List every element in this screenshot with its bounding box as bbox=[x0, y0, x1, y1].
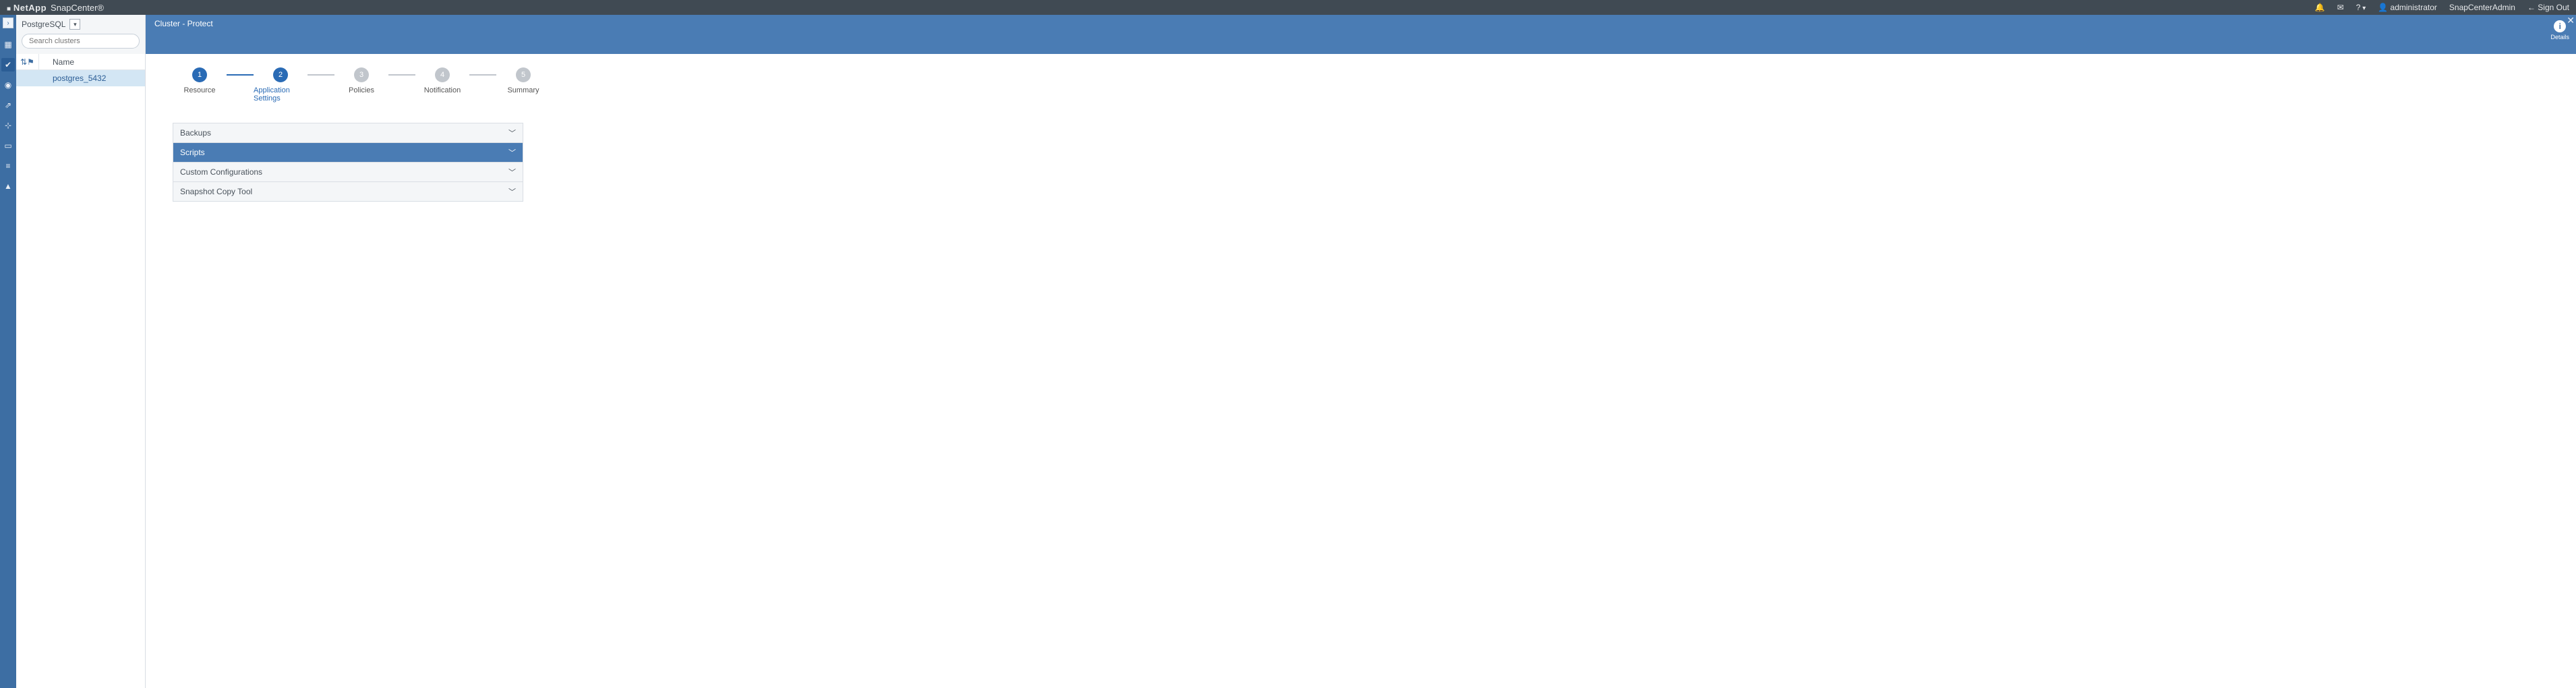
chevron-down-icon: ﹀ bbox=[508, 127, 516, 138]
resource-sort-button[interactable]: ⇅ ⚑ bbox=[16, 54, 39, 69]
accordion-label: Scripts bbox=[180, 148, 205, 157]
sort-icon: ⇅ bbox=[20, 57, 27, 67]
settings-accordion: Backups﹀Scripts﹀Custom Configurations﹀Sn… bbox=[173, 123, 523, 202]
step-label: Resource bbox=[183, 86, 215, 94]
rail-alerts-icon[interactable]: ▲ bbox=[1, 179, 15, 193]
wizard-step-notification[interactable]: 4 Notification bbox=[415, 67, 469, 94]
accordion-custom-configurations[interactable]: Custom Configurations ﹀ bbox=[173, 162, 523, 181]
rail-dashboard-icon[interactable]: ▦ bbox=[1, 38, 15, 51]
subheader: PostgreSQL ▾ Cluster - Protect ✕ i Detai… bbox=[16, 15, 2576, 54]
chevron-down-icon: ﹀ bbox=[508, 147, 516, 158]
wizard-step-resource[interactable]: 1 Resource bbox=[173, 67, 227, 94]
step-connector bbox=[227, 74, 254, 76]
chevron-down-icon: ﹀ bbox=[508, 186, 516, 197]
resource-header: ⇅ ⚑ Name bbox=[16, 54, 145, 70]
rail-reports-icon[interactable]: ⇗ bbox=[1, 98, 15, 112]
step-connector bbox=[469, 74, 496, 76]
step-number: 1 bbox=[192, 67, 207, 82]
accordion-label: Backups bbox=[180, 128, 211, 138]
main-area: 1 Resource 2 Application Settings 3 Policies 4… bbox=[146, 54, 2576, 688]
resource-row[interactable]: postgres_5432 bbox=[16, 70, 145, 86]
brand: NetApp SnapCenter® bbox=[7, 3, 104, 13]
plugin-label: PostgreSQL bbox=[22, 20, 65, 29]
brand-vendor: NetApp bbox=[7, 3, 47, 13]
topbar: NetApp SnapCenter® 🔔 ✉ ? administrator S… bbox=[0, 0, 2576, 15]
step-connector bbox=[388, 74, 415, 76]
flag-icon: ⚑ bbox=[27, 57, 34, 67]
user-menu[interactable]: administrator bbox=[2378, 3, 2437, 12]
chevron-down-icon: ﹀ bbox=[508, 167, 516, 177]
plugin-dropdown-button[interactable]: ▾ bbox=[69, 19, 80, 30]
signout-button[interactable]: Sign Out bbox=[2527, 3, 2569, 12]
info-icon: i bbox=[2554, 20, 2566, 32]
step-label: Notification bbox=[424, 86, 461, 94]
accordion-scripts[interactable]: Scripts ﹀ bbox=[173, 142, 523, 162]
plugin-selector: PostgreSQL ▾ bbox=[22, 19, 140, 30]
wizard-step-policies[interactable]: 3 Policies bbox=[334, 67, 388, 94]
accordion-snapshot-copy-tool[interactable]: Snapshot Copy Tool ﹀ bbox=[173, 181, 523, 201]
accordion-label: Snapshot Copy Tool bbox=[180, 187, 252, 196]
rail-settings-icon[interactable]: ≡ bbox=[1, 159, 15, 173]
rail-expand-button[interactable]: › bbox=[3, 18, 13, 28]
step-connector bbox=[308, 74, 334, 76]
rail-hosts-icon[interactable]: ⊹ bbox=[1, 119, 15, 132]
help-icon[interactable]: ? bbox=[2356, 3, 2366, 12]
role-label[interactable]: SnapCenterAdmin bbox=[2449, 3, 2515, 12]
rail-monitor-icon[interactable]: ◉ bbox=[1, 78, 15, 92]
rail-storage-icon[interactable]: ▭ bbox=[1, 139, 15, 152]
breadcrumb: Cluster - Protect bbox=[154, 19, 213, 28]
step-number: 3 bbox=[354, 67, 369, 82]
step-number: 5 bbox=[516, 67, 531, 82]
wizard-step-application-settings[interactable]: 2 Application Settings bbox=[254, 67, 308, 103]
step-label: Summary bbox=[507, 86, 539, 94]
wizard-stepper: 1 Resource 2 Application Settings 3 Policies 4… bbox=[173, 67, 2549, 103]
bell-icon[interactable]: 🔔 bbox=[2315, 3, 2325, 12]
step-number: 4 bbox=[435, 67, 450, 82]
subheader-left: PostgreSQL ▾ bbox=[16, 15, 146, 54]
step-number: 2 bbox=[273, 67, 288, 82]
step-label: Application Settings bbox=[254, 86, 308, 103]
search-input[interactable] bbox=[22, 34, 140, 49]
brand-product: SnapCenter® bbox=[51, 3, 104, 13]
details-button[interactable]: i Details bbox=[2550, 20, 2569, 40]
step-label: Policies bbox=[349, 86, 374, 94]
topbar-right: 🔔 ✉ ? administrator SnapCenterAdmin Sign… bbox=[2315, 3, 2569, 12]
mail-icon[interactable]: ✉ bbox=[2337, 3, 2344, 12]
resource-panel: ⇅ ⚑ Name postgres_5432 bbox=[16, 54, 146, 688]
rail-resources-icon[interactable]: ✔ bbox=[1, 58, 15, 71]
accordion-backups[interactable]: Backups ﹀ bbox=[173, 123, 523, 142]
wizard-step-summary[interactable]: 5 Summary bbox=[496, 67, 550, 94]
accordion-label: Custom Configurations bbox=[180, 167, 262, 177]
details-label: Details bbox=[2550, 34, 2569, 40]
resource-column-name: Name bbox=[39, 57, 74, 67]
nav-rail: › ▦ ✔ ◉ ⇗ ⊹ ▭ ≡ ▲ bbox=[0, 15, 16, 688]
